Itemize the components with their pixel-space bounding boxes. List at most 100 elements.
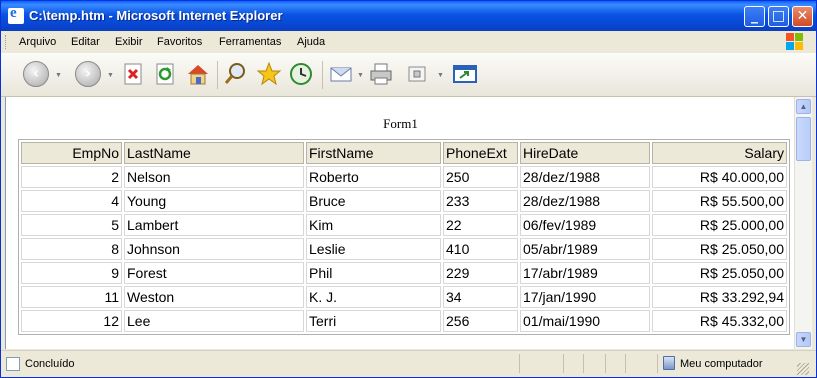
- menu-help[interactable]: Ajuda: [297, 36, 325, 48]
- menu-grip[interactable]: [5, 35, 9, 49]
- table-row: 4 Young Bruce 233 28/dez/1988 R$ 55.500,…: [21, 190, 787, 212]
- cell-salary: R$ 25.050,00: [652, 238, 787, 260]
- scroll-thumb[interactable]: [796, 117, 811, 161]
- column-header-hiredate: HireDate: [520, 142, 650, 164]
- table-header-row: EmpNo LastName FirstName PhoneExt HireDa…: [21, 142, 787, 164]
- page-done-icon: [6, 357, 20, 371]
- windows-logo-icon: [786, 33, 804, 51]
- computer-zone-icon: [663, 356, 675, 370]
- table-row: 8 Johnson Leslie 410 05/abr/1989 R$ 25.0…: [21, 238, 787, 260]
- messenger-icon[interactable]: [452, 61, 478, 87]
- column-header-firstname: FirstName: [306, 142, 441, 164]
- cell-lastname: Lambert: [124, 214, 304, 236]
- edit-icon[interactable]: [405, 61, 431, 87]
- toolbar-separator: [322, 61, 323, 89]
- back-dropdown-icon[interactable]: ▼: [55, 72, 62, 79]
- cell-firstname: K. J.: [306, 286, 441, 308]
- cell-salary: R$ 40.000,00: [652, 166, 787, 188]
- cell-phoneext: 22: [443, 214, 518, 236]
- minimize-button[interactable]: _: [744, 6, 765, 27]
- table-row: 11 Weston K. J. 34 17/jan/1990 R$ 33.292…: [21, 286, 787, 308]
- back-icon[interactable]: ‹: [23, 61, 49, 87]
- maximize-button[interactable]: □: [768, 6, 789, 27]
- cell-empno: 11: [21, 286, 122, 308]
- cell-firstname: Bruce: [306, 190, 441, 212]
- title-bar[interactable]: C:\temp.htm - Microsoft Internet Explore…: [1, 1, 816, 31]
- menu-tools[interactable]: Ferramentas: [219, 36, 281, 48]
- column-header-salary: Salary: [652, 142, 787, 164]
- cell-lastname: Weston: [124, 286, 304, 308]
- menu-favorites[interactable]: Favoritos: [157, 36, 202, 48]
- table-row: 2 Nelson Roberto 250 28/dez/1988 R$ 40.0…: [21, 166, 787, 188]
- resize-grip-icon[interactable]: [797, 363, 809, 375]
- favorites-icon[interactable]: [256, 61, 282, 87]
- menu-edit[interactable]: Editar: [71, 36, 100, 48]
- cell-salary: R$ 45.332,00: [652, 310, 787, 332]
- cell-lastname: Forest: [124, 262, 304, 284]
- cell-firstname: Terri: [306, 310, 441, 332]
- scroll-down-icon[interactable]: ▼: [796, 332, 811, 347]
- cell-salary: R$ 25.000,00: [652, 214, 787, 236]
- cell-empno: 5: [21, 214, 122, 236]
- forward-dropdown-icon[interactable]: ▼: [107, 72, 114, 79]
- close-button[interactable]: ✕: [792, 6, 813, 27]
- form-title: Form1: [383, 116, 418, 131]
- menu-view[interactable]: Exibir: [115, 36, 143, 48]
- cell-hiredate: 01/mai/1990: [520, 310, 650, 332]
- print-icon[interactable]: [368, 61, 394, 87]
- cell-empno: 9: [21, 262, 122, 284]
- cell-lastname: Young: [124, 190, 304, 212]
- scroll-up-icon[interactable]: ▲: [796, 99, 811, 114]
- search-icon[interactable]: [223, 61, 249, 87]
- cell-firstname: Kim: [306, 214, 441, 236]
- stop-icon[interactable]: [121, 61, 147, 87]
- status-divider: [519, 354, 520, 373]
- cell-phoneext: 256: [443, 310, 518, 332]
- cell-firstname: Roberto: [306, 166, 441, 188]
- table-row: 9 Forest Phil 229 17/abr/1989 R$ 25.050,…: [21, 262, 787, 284]
- cell-hiredate: 05/abr/1989: [520, 238, 650, 260]
- cell-hiredate: 06/fev/1989: [520, 214, 650, 236]
- refresh-icon[interactable]: [153, 61, 179, 87]
- cell-lastname: Johnson: [124, 238, 304, 260]
- table-row: 12 Lee Terri 256 01/mai/1990 R$ 45.332,0…: [21, 310, 787, 332]
- cell-hiredate: 17/jan/1990: [520, 286, 650, 308]
- toolbar-separator: [217, 61, 218, 89]
- history-icon[interactable]: [288, 61, 314, 87]
- column-header-phoneext: PhoneExt: [443, 142, 518, 164]
- cell-firstname: Phil: [306, 262, 441, 284]
- cell-phoneext: 34: [443, 286, 518, 308]
- cell-firstname: Leslie: [306, 238, 441, 260]
- table-row: 5 Lambert Kim 22 06/fev/1989 R$ 25.000,0…: [21, 214, 787, 236]
- status-text: Concluído: [25, 358, 75, 370]
- menu-file[interactable]: Arquivo: [19, 36, 56, 48]
- status-divider: [605, 354, 606, 373]
- cell-salary: R$ 33.292,94: [652, 286, 787, 308]
- status-divider: [657, 354, 658, 373]
- cell-empno: 4: [21, 190, 122, 212]
- cell-lastname: Nelson: [124, 166, 304, 188]
- status-divider: [563, 354, 564, 373]
- column-header-empno: EmpNo: [21, 142, 122, 164]
- employee-table: EmpNo LastName FirstName PhoneExt HireDa…: [18, 139, 790, 335]
- mail-icon[interactable]: [329, 61, 355, 87]
- cell-salary: R$ 25.050,00: [652, 262, 787, 284]
- cell-lastname: Lee: [124, 310, 304, 332]
- cell-hiredate: 17/abr/1989: [520, 262, 650, 284]
- cell-phoneext: 233: [443, 190, 518, 212]
- cell-empno: 2: [21, 166, 122, 188]
- status-divider: [583, 354, 584, 373]
- column-header-lastname: LastName: [124, 142, 304, 164]
- ie-logo-icon: [8, 5, 24, 24]
- edit-dropdown-icon[interactable]: ▼: [437, 72, 444, 79]
- cell-hiredate: 28/dez/1988: [520, 190, 650, 212]
- mail-dropdown-icon[interactable]: ▼: [357, 72, 364, 79]
- cell-salary: R$ 55.500,00: [652, 190, 787, 212]
- vertical-scrollbar[interactable]: ▲ ▼: [794, 97, 812, 349]
- forward-icon[interactable]: ›: [75, 61, 101, 87]
- cell-empno: 8: [21, 238, 122, 260]
- cell-phoneext: 250: [443, 166, 518, 188]
- cell-phoneext: 410: [443, 238, 518, 260]
- security-zone-label: Meu computador: [680, 358, 763, 370]
- home-icon[interactable]: [185, 61, 211, 87]
